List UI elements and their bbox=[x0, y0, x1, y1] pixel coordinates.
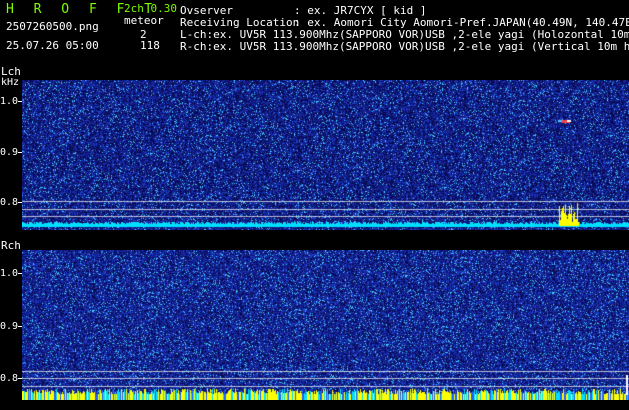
lch-tick-mark bbox=[18, 101, 22, 102]
lch-tick-mark bbox=[18, 202, 22, 203]
lch-tick-mark bbox=[18, 152, 22, 153]
lch-unit-label: kHz bbox=[1, 77, 20, 88]
version-label: 2ch 0.30 bbox=[124, 2, 177, 15]
lch-spectrogram bbox=[22, 80, 629, 230]
lch-ylabel-3: 0.8 bbox=[0, 197, 19, 208]
observer-value: : ex. JR7CYX [ kid ] bbox=[294, 4, 427, 17]
lch-spectrogram-canvas bbox=[22, 80, 629, 230]
rch-label: Rch bbox=[1, 239, 21, 252]
rch-spectrogram-canvas bbox=[22, 250, 629, 400]
rch-spectrogram bbox=[22, 250, 629, 400]
rch-count: 118 bbox=[140, 39, 160, 52]
location-value: : ex. Aomori City Aomori-Pref.JAPAN(40.4… bbox=[294, 16, 629, 29]
observer-label: Ovserver bbox=[180, 4, 233, 17]
mode-label: meteor bbox=[124, 14, 164, 27]
filename-label: 2507260500.png bbox=[6, 20, 99, 33]
rch-tick-mark bbox=[18, 273, 22, 274]
lch-ylabel-2: 0.9 bbox=[0, 147, 19, 158]
datetime-label: 25.07.26 05:00 bbox=[6, 39, 99, 52]
lch-ylabel-1: 1.0 bbox=[0, 96, 19, 107]
rch-tick-mark bbox=[18, 326, 22, 327]
rch-tick-mark bbox=[18, 378, 22, 379]
rch-ylabel-3: 0.8 bbox=[0, 373, 19, 384]
lch-label: Lch bbox=[1, 65, 21, 78]
rch-ylabel-1: 1.0 bbox=[0, 268, 19, 279]
lch-info: L-ch:ex. UV5R 113.900Mhz(SAPPORO VOR)USB… bbox=[180, 29, 629, 40]
location-label: Receiving Location bbox=[180, 16, 300, 29]
rch-ylabel-2: 0.9 bbox=[0, 321, 19, 332]
rch-info: R-ch:ex. UV5R 113.900Mhz(SAPPORO VOR)USB… bbox=[180, 41, 629, 52]
